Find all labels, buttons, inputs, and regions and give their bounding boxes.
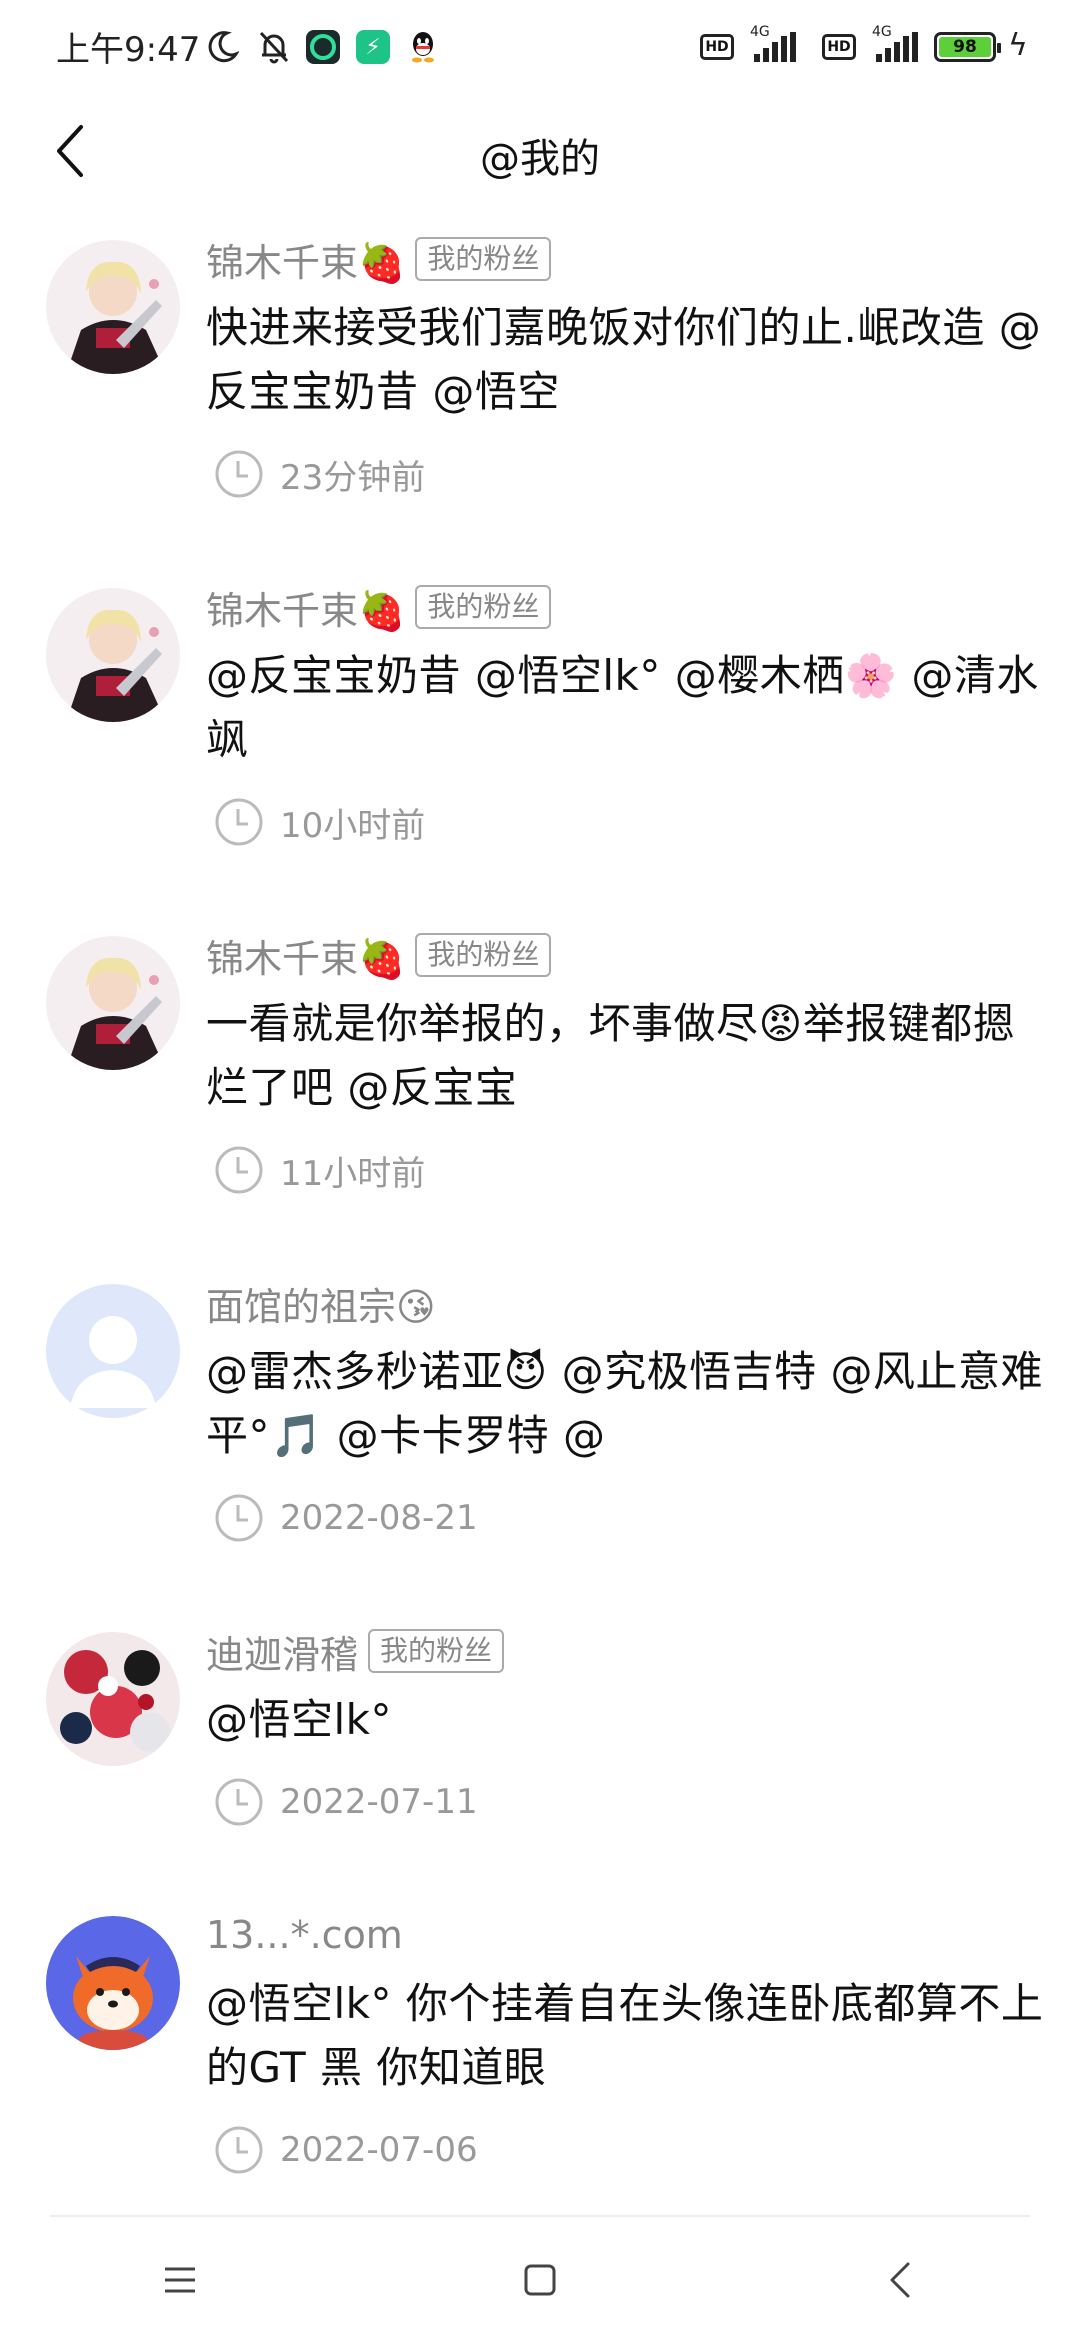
username[interactable]: 锦木千束🍓 (206, 580, 405, 635)
timestamp: 2022-07-11 (280, 1782, 478, 1822)
comment-text: @反宝宝奶昔 @悟空lk° @樱木栖🌸 @清水飒 (206, 651, 1039, 764)
avatar[interactable] (46, 1632, 180, 1766)
battery-level: 98 (939, 37, 991, 57)
comment-text: 快进来接受我们嘉晚饭对你们的止.岷改造 @反宝宝奶昔 @悟空 (206, 303, 1042, 416)
comment-text: @雷杰多秒诺亚😈 @究极悟吉特 @风止意难平°🎵 @卡卡罗特 @ (206, 1347, 1043, 1460)
username[interactable]: 面馆的祖宗😘 (206, 1276, 436, 1331)
qq-icon (406, 28, 440, 64)
comment-text: 一看就是你举报的，坏事做尽😡举报键都摁烂了吧 @反宝宝 (206, 999, 1016, 1112)
list-item[interactable]: 锦木千束🍓 我的粉丝 快进来接受我们嘉晚饭对你们的止.岷改造 @反宝宝奶昔 @悟… (0, 220, 1080, 560)
battery-icon: 98 (934, 32, 1001, 62)
item-content: 锦木千束🍓 我的粉丝 @反宝宝奶昔 @悟空lk° @樱木栖🌸 @清水飒 10小时… (206, 568, 1044, 852)
avatar[interactable] (46, 1284, 180, 1418)
list-item[interactable]: 13...*.com @悟空lk° 你个挂着自在头像连卧底都算不上的GT 黑 你… (0, 1896, 1080, 2226)
menu-button[interactable] (120, 2240, 240, 2320)
mute-bell-icon (256, 28, 292, 66)
charging-icon: ϟ (1008, 28, 1028, 63)
timestamp: 23分钟前 (280, 457, 426, 498)
clock-icon (215, 1494, 263, 1542)
follower-badge: 我的粉丝 (415, 933, 552, 977)
item-content: 面馆的祖宗😘 @雷杰多秒诺亚😈 @究极悟吉特 @风止意难平°🎵 @卡卡罗特 @ … (206, 1264, 1044, 1548)
follower-badge: 我的粉丝 (415, 237, 552, 281)
divider (50, 2215, 1030, 2217)
moon-icon (206, 28, 240, 66)
clock-icon (215, 1778, 263, 1826)
follower-badge: 我的粉丝 (415, 585, 552, 629)
username[interactable]: 13...*.com (206, 1913, 403, 1957)
item-content: 锦木千束🍓 我的粉丝 快进来接受我们嘉晚饭对你们的止.岷改造 @反宝宝奶昔 @悟… (206, 220, 1044, 504)
status-time: 上午9:47 (56, 30, 201, 70)
app-notification-icon (306, 30, 340, 64)
follower-badge: 我的粉丝 (368, 1629, 505, 1673)
avatar[interactable] (46, 588, 180, 722)
clock-icon (215, 2126, 263, 2174)
status-bar: 上午9:47 ⚡ HD 4G HD 4G 98 ϟ (0, 0, 1080, 96)
avatar[interactable] (46, 240, 180, 374)
avatar[interactable] (46, 936, 180, 1070)
username[interactable]: 锦木千束🍓 (206, 232, 405, 287)
clock-icon (215, 450, 263, 498)
username[interactable]: 锦木千束🍓 (206, 928, 405, 983)
list-item[interactable]: 锦木千束🍓 我的粉丝 @反宝宝奶昔 @悟空lk° @樱木栖🌸 @清水飒 10小时… (0, 568, 1080, 908)
clock-icon (215, 798, 263, 846)
timestamp: 2022-08-21 (280, 1498, 478, 1538)
shield-app-icon: ⚡ (356, 30, 390, 64)
signal-icon-2 (876, 32, 918, 62)
comment-text: @悟空lk° 你个挂着自在头像连卧底都算不上的GT 黑 你知道眼 (206, 1979, 1044, 2092)
header: @我的 (0, 96, 1080, 206)
avatar[interactable] (46, 1916, 180, 2050)
nav-back-button[interactable] (840, 2240, 960, 2320)
signal-icon (754, 32, 796, 62)
page-title: @我的 (480, 136, 600, 182)
timestamp: 2022-07-06 (280, 2130, 478, 2170)
timestamp: 10小时前 (280, 805, 426, 846)
list-item[interactable]: 迪迦滑稽 我的粉丝 @悟空lk° 2022-07-11 (0, 1612, 1080, 1892)
list-item[interactable]: 锦木千束🍓 我的粉丝 一看就是你举报的，坏事做尽😡举报键都摁烂了吧 @反宝宝 1… (0, 916, 1080, 1256)
item-content: 迪迦滑稽 我的粉丝 @悟空lk° 2022-07-11 (206, 1612, 1044, 1832)
home-button[interactable] (480, 2240, 600, 2320)
list-item[interactable]: 面馆的祖宗😘 @雷杰多秒诺亚😈 @究极悟吉特 @风止意难平°🎵 @卡卡罗特 @ … (0, 1264, 1080, 1604)
hd-voice-icon-2: HD (822, 34, 856, 60)
item-content: 13...*.com @悟空lk° 你个挂着自在头像连卧底都算不上的GT 黑 你… (206, 1896, 1044, 2180)
timestamp: 11小时前 (280, 1153, 426, 1194)
back-triangle-icon (890, 2262, 910, 2298)
system-nav-bar (0, 2220, 1080, 2340)
username[interactable]: 迪迦滑稽 (206, 1624, 358, 1679)
item-content: 锦木千束🍓 我的粉丝 一看就是你举报的，坏事做尽😡举报键都摁烂了吧 @反宝宝 1… (206, 916, 1044, 1200)
menu-icon (165, 2267, 195, 2293)
comment-text: @悟空lk° (206, 1695, 392, 1744)
home-square-icon (524, 2264, 556, 2296)
clock-icon (215, 1146, 263, 1194)
hd-voice-icon: HD (700, 34, 734, 60)
